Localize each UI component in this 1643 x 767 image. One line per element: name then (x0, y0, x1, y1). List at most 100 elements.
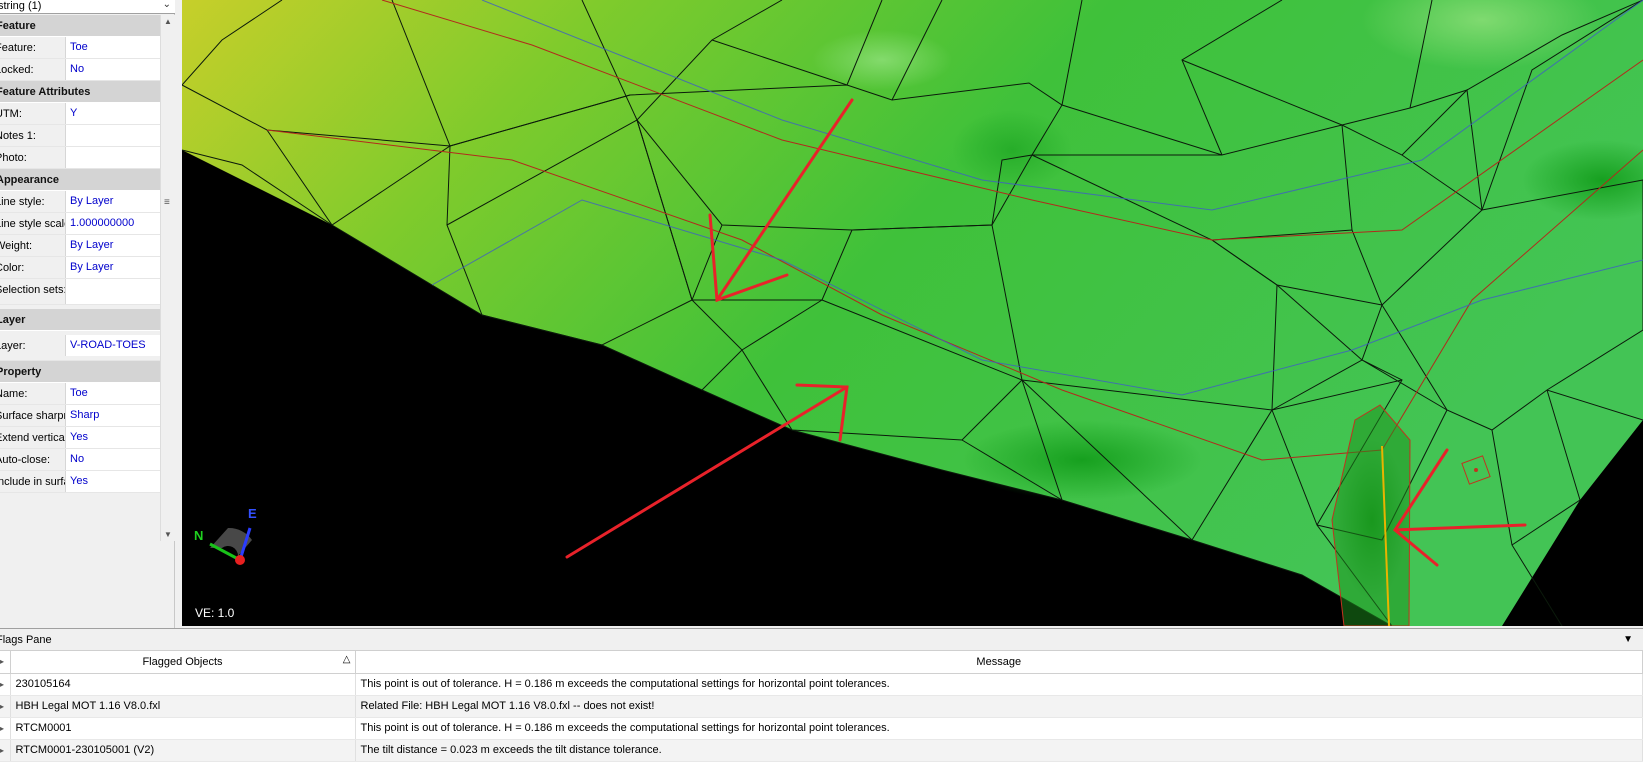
property-row-color[interactable]: Color: By Layer (0, 257, 160, 279)
property-value[interactable]: Sharp (65, 405, 160, 426)
message-cell[interactable]: This point is out of tolerance. H = 0.18… (355, 673, 1643, 696)
property-label: Surface sharpn (0, 410, 65, 422)
property-label: Feature: (0, 42, 36, 54)
property-value[interactable]: Toe (65, 383, 160, 404)
terrain-highlight (812, 30, 952, 90)
row-marker-icon: ▸ (0, 739, 11, 762)
properties-panel: string (1) ⌄ Feature Feature: Toe Locked:… (0, 0, 175, 628)
category-title: Appearance (0, 174, 59, 186)
property-row-auto-close[interactable]: Auto-close: No (0, 449, 160, 471)
property-row-line-style-scale[interactable]: Line style scale:1.000000000 (0, 213, 160, 235)
property-label: Photo: (0, 152, 27, 164)
property-value[interactable] (65, 147, 160, 168)
property-value[interactable]: Toe (65, 37, 160, 58)
object-selector-value: string (1) (0, 0, 42, 12)
property-row-include-in-surface[interactable]: Include in surfaYes (0, 471, 160, 493)
object-selector-dropdown[interactable]: string (1) ⌄ (0, 0, 175, 14)
category-property[interactable]: Property (0, 361, 160, 383)
property-row-surface-sharpness[interactable]: Surface sharpnSharp (0, 405, 160, 427)
category-title: Feature Attributes (0, 86, 91, 98)
3d-viewport[interactable]: N E VE: 1.0 (182, 0, 1643, 626)
column-header-message[interactable]: Message (355, 651, 1643, 674)
sort-ascending-icon[interactable]: △ (343, 654, 351, 665)
property-label: Notes 1: (0, 130, 36, 142)
category-feature[interactable]: Feature (0, 15, 160, 37)
property-row-extend-vertical[interactable]: Extend vertical:Yes (0, 427, 160, 449)
compass-widget (209, 527, 252, 565)
property-label: Extend vertical: (0, 432, 65, 444)
scroll-down-icon[interactable]: ▼ (164, 530, 172, 539)
property-value[interactable]: By Layer (65, 257, 160, 278)
flags-pane-header[interactable]: Flags Pane ▼ (0, 629, 1643, 651)
property-value[interactable]: No (65, 449, 160, 470)
property-row-layer[interactable]: Layer: V-ROAD-TOES (0, 331, 160, 361)
property-label: Auto-close: (0, 454, 51, 466)
property-value[interactable]: V-ROAD-TOES (65, 335, 160, 356)
flagged-object-cell[interactable]: HBH Legal MOT 1.16 V8.0.fxl (10, 695, 356, 718)
category-title: Property (0, 366, 42, 378)
property-label: Name: (0, 388, 28, 400)
table-row[interactable]: ▸ RTCM0001-230105001 (V2) The tilt dista… (0, 739, 1643, 762)
category-appearance[interactable]: Appearance (0, 169, 160, 191)
compass-east-label: E (248, 506, 257, 521)
pane-menu-icon[interactable]: ▼ (1623, 629, 1633, 651)
property-row-locked[interactable]: Locked: No (0, 59, 160, 81)
property-row-notes[interactable]: Notes 1: (0, 125, 160, 147)
property-value[interactable]: Y (65, 103, 160, 124)
property-row-name[interactable]: Name: Toe (0, 383, 160, 405)
property-row-feature[interactable]: Feature: Toe (0, 37, 160, 59)
property-value[interactable]: 1.000000000 (65, 213, 160, 234)
property-value[interactable]: No (65, 59, 160, 80)
row-marker-header: ▸ (0, 651, 11, 674)
property-row-selection-sets[interactable]: Selection sets: (0, 279, 160, 305)
flagged-object-cell[interactable]: 230105164 (10, 673, 356, 696)
property-row-utm[interactable]: UTM: Y (0, 103, 160, 125)
annotation-arrow (565, 385, 849, 559)
property-value[interactable]: Yes (65, 427, 160, 448)
property-value[interactable]: By Layer (65, 191, 160, 212)
category-title: Feature (0, 20, 36, 32)
message-cell[interactable]: This point is out of tolerance. H = 0.18… (355, 717, 1643, 740)
scroll-grip-icon[interactable]: ≡ (164, 198, 170, 208)
property-label: Line style scale: (0, 218, 65, 230)
table-row[interactable]: ▸ HBH Legal MOT 1.16 V8.0.fxl Related Fi… (0, 695, 1643, 718)
property-row-line-style[interactable]: Line style: By Layer (0, 191, 160, 213)
property-label: Color: (0, 262, 25, 274)
property-row-weight[interactable]: Weight: By Layer (0, 235, 160, 257)
property-grid: Feature Feature: Toe Locked: No Feature At… (0, 15, 160, 540)
flags-pane-title: Flags Pane (0, 634, 52, 646)
row-marker-icon: ▸ (0, 695, 11, 718)
scroll-up-icon[interactable]: ▲ (164, 17, 172, 26)
column-label: Flagged Objects (142, 655, 223, 668)
message-cell[interactable]: The tilt distance = 0.023 m exceeds the … (355, 739, 1643, 762)
property-label: Include in surfa (0, 476, 65, 488)
table-row[interactable]: ▸ RTCM0001 This point is out of toleranc… (0, 717, 1643, 740)
property-label: Selection sets: (0, 284, 65, 296)
property-value[interactable] (65, 125, 160, 146)
row-marker-icon: ▸ (0, 673, 11, 696)
terrain-shade (952, 110, 1072, 190)
property-value[interactable]: Yes (65, 471, 160, 492)
column-label: Message (976, 655, 1022, 668)
category-title: Layer (0, 314, 26, 326)
chevron-down-icon[interactable]: ⌄ (163, 0, 171, 10)
table-row[interactable]: ▸ 230105164 This point is out of toleran… (0, 673, 1643, 696)
column-header-flagged-objects[interactable]: Flagged Objects △ (10, 651, 356, 674)
flagged-object-cell[interactable]: RTCM0001 (10, 717, 356, 740)
property-label: Line style: (0, 196, 45, 208)
category-layer[interactable]: Layer (0, 309, 160, 331)
property-row-photo[interactable]: Photo: (0, 147, 160, 169)
property-value[interactable]: By Layer (65, 235, 160, 256)
message-cell[interactable]: Related File: HBH Legal MOT 1.16 V8.0.fx… (355, 695, 1643, 718)
property-label: Locked: (0, 64, 34, 76)
properties-scrollbar[interactable]: ▲ ≡ ▼ (160, 15, 175, 541)
terrain-surface-svg (182, 0, 1643, 626)
flagged-object-cell[interactable]: RTCM0001-230105001 (V2) (10, 739, 356, 762)
property-value[interactable] (65, 279, 160, 304)
property-label: Weight: (0, 240, 33, 252)
flags-table-header: ▸ Flagged Objects △ Message (0, 651, 1643, 674)
category-feature-attributes[interactable]: Feature Attributes (0, 81, 160, 103)
row-marker-icon: ▸ (0, 717, 11, 740)
terrain-shade (962, 420, 1202, 500)
property-label: Layer: (0, 339, 26, 352)
